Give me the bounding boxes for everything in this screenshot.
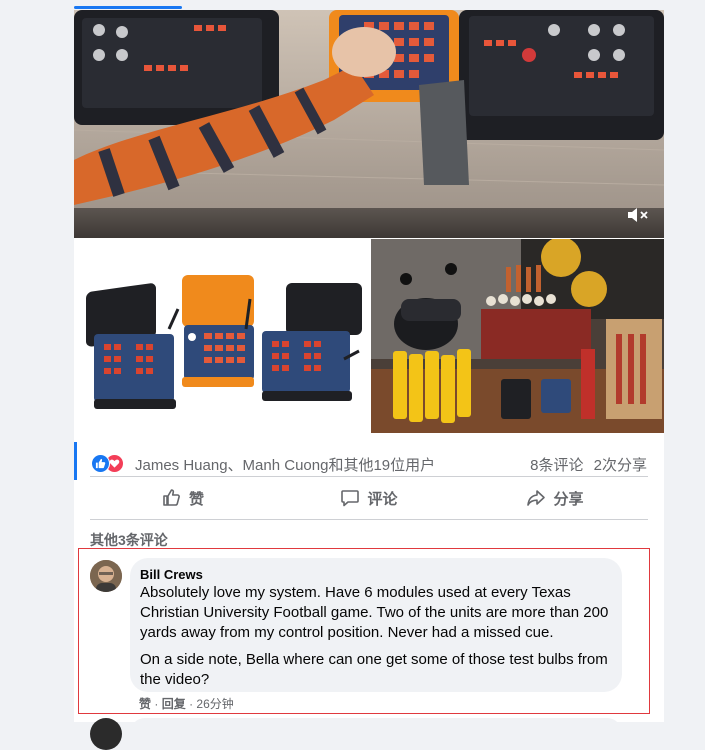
comment-icon	[341, 490, 360, 507]
photo-gallery	[74, 239, 664, 433]
like-label: 赞	[188, 490, 204, 508]
reactions-bar: James Huang、Manh Cuong和其他19位用户 8条评论 2次分享	[74, 438, 664, 480]
like-button[interactable]: 赞	[90, 477, 276, 519]
share-icon	[527, 490, 546, 506]
top-bar	[0, 0, 705, 10]
next-comment-avatar[interactable]	[90, 718, 122, 750]
post-actions: 赞 评论 分享	[90, 476, 648, 520]
reaction-names[interactable]: James Huang、Manh Cuong和其他19位用户	[135, 454, 435, 475]
comment-bubble: Bill Crews Absolutely love my system. Ha…	[130, 558, 622, 692]
comment-count[interactable]: 8条评论	[530, 457, 583, 474]
comment-reply-button[interactable]: 回复	[162, 697, 186, 711]
like-reaction-icon	[91, 454, 110, 473]
comment-timestamp[interactable]: 26分钟	[196, 697, 233, 711]
video-frame	[74, 10, 664, 238]
gallery-photo-2[interactable]	[371, 239, 664, 433]
gallery-photo-1[interactable]	[74, 239, 369, 433]
comment-text: Absolutely love my system. Have 6 module…	[140, 583, 614, 697]
avatar[interactable]	[90, 560, 122, 592]
comment-like-button[interactable]: 赞	[139, 697, 151, 711]
post-card: James Huang、Manh Cuong和其他19位用户 8条评论 2次分享…	[74, 10, 664, 750]
comment-author[interactable]: Bill Crews	[140, 567, 203, 582]
next-comment-bubble	[130, 718, 622, 748]
reaction-icons[interactable]	[91, 454, 125, 473]
share-button[interactable]: 分享	[462, 477, 648, 519]
volume-muted-icon[interactable]	[626, 206, 650, 224]
share-label: 分享	[553, 490, 584, 508]
comment-paragraph: Absolutely love my system. Have 6 module…	[140, 584, 609, 641]
meta-separator: ·	[154, 697, 159, 711]
view-more-comments-link[interactable]: 其他3条评论	[90, 530, 168, 550]
firing-system-photo	[74, 239, 369, 433]
share-count[interactable]: 2次分享	[594, 457, 647, 474]
fireworks-display-photo	[371, 239, 664, 433]
comment-meta: 赞 · 回复 · 26分钟	[139, 695, 234, 712]
meta-separator: ·	[189, 697, 194, 711]
engagement-counts: 8条评论 2次分享	[524, 454, 647, 475]
post-video[interactable]	[74, 10, 664, 238]
comment-button[interactable]: 评论	[276, 477, 462, 519]
focus-indicator	[74, 442, 77, 480]
comment-label: 评论	[367, 490, 398, 508]
comment-paragraph: On a side note, Bella where can one get …	[140, 651, 608, 688]
thumbs-up-icon	[163, 489, 180, 506]
active-tab-indicator	[74, 6, 182, 9]
